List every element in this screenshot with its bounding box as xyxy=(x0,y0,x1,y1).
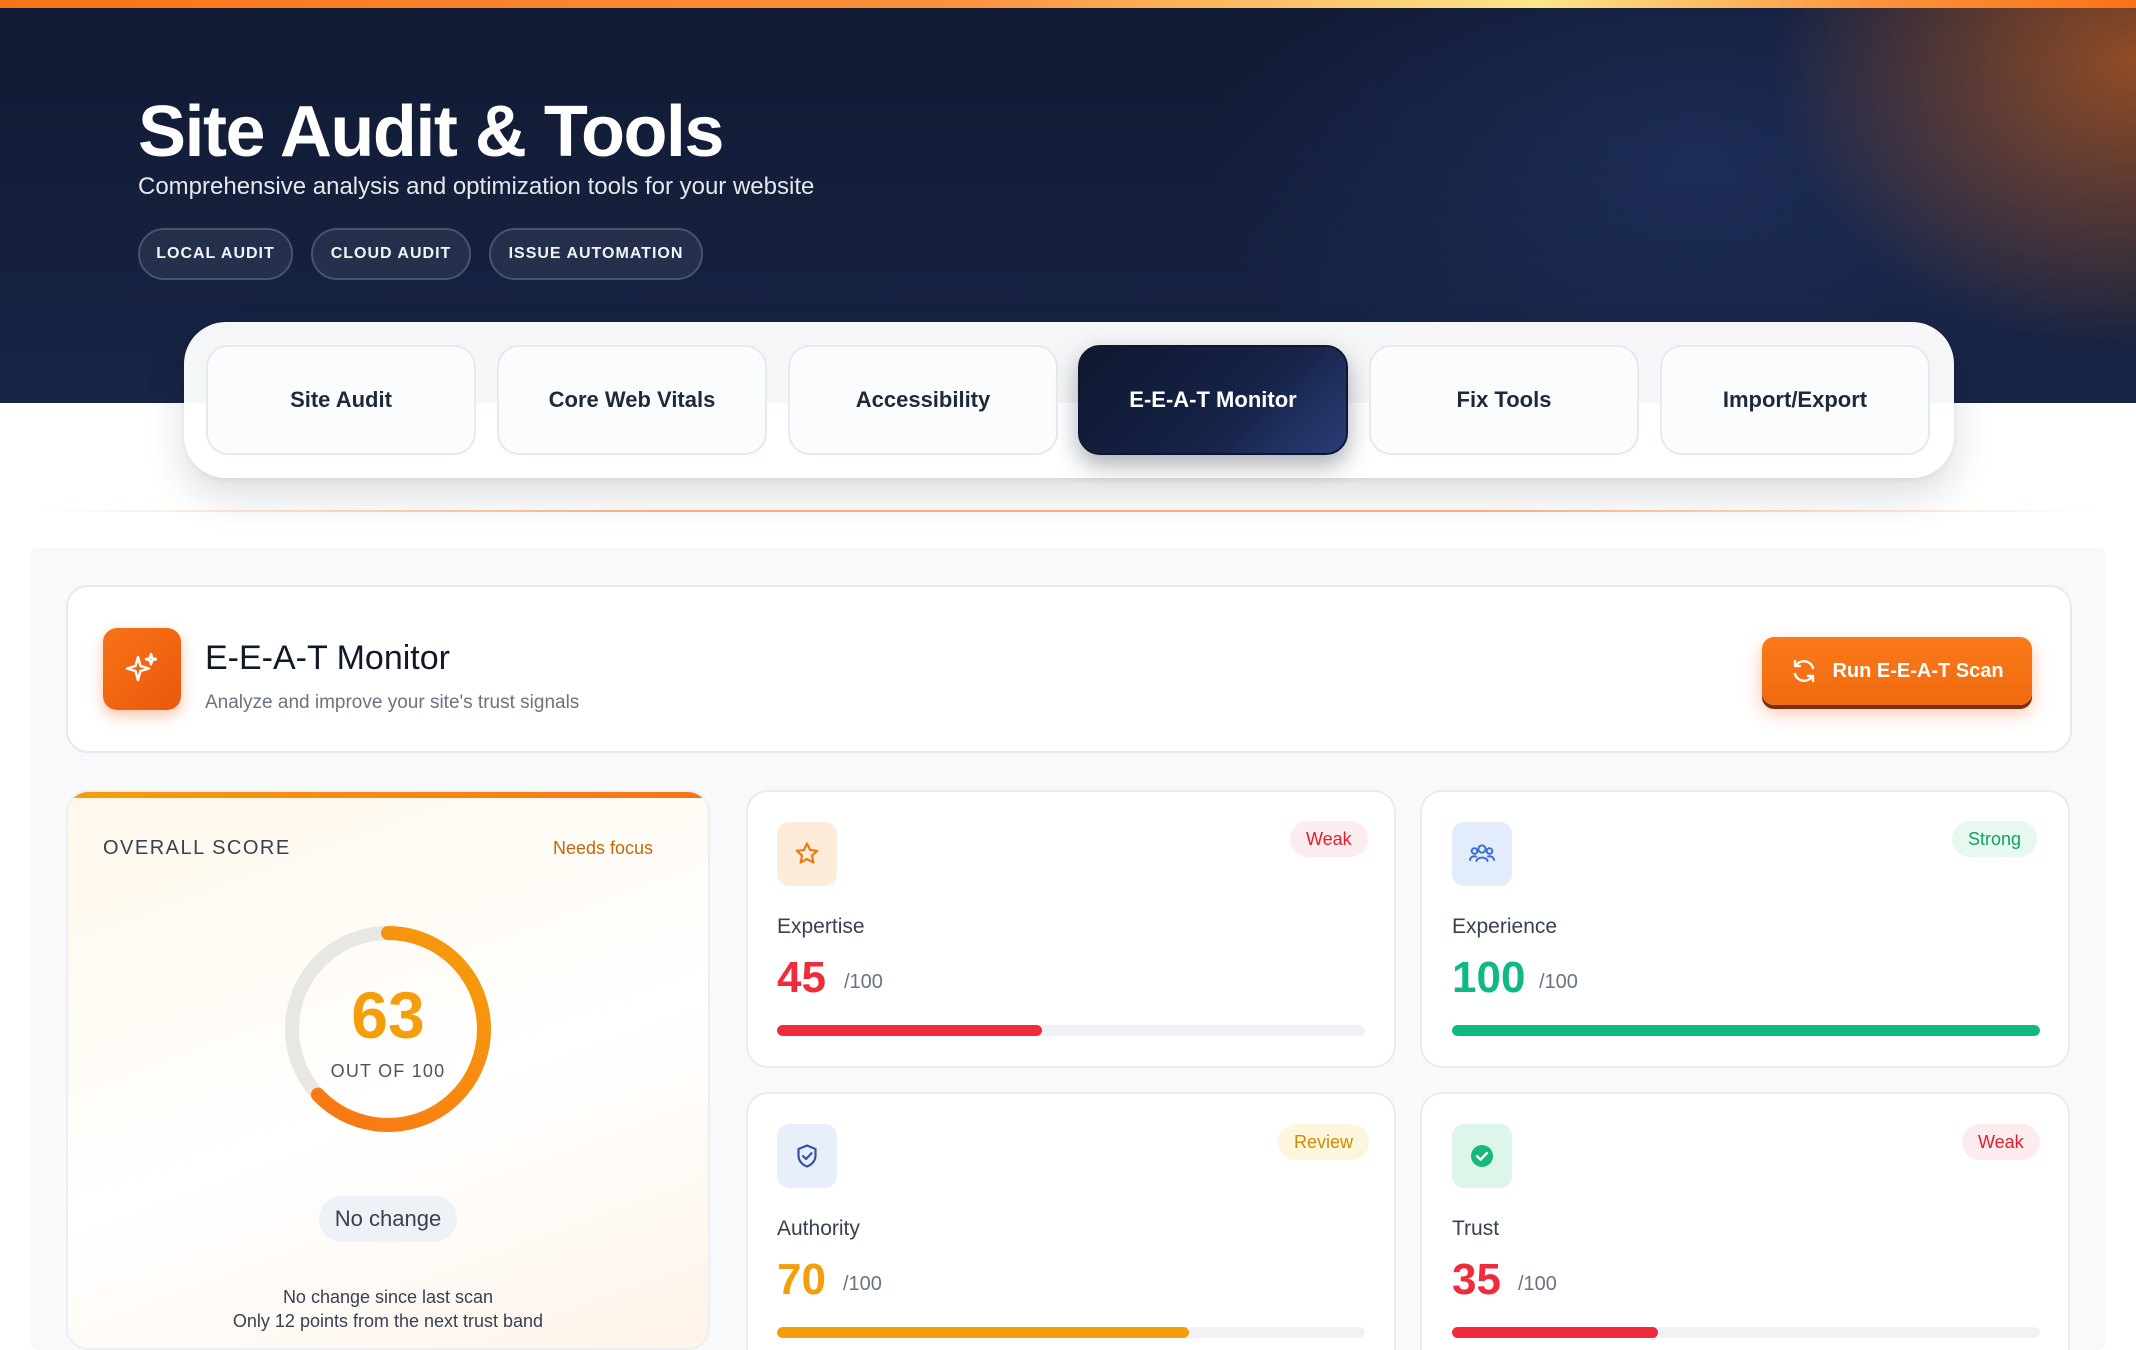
status-badge: Strong xyxy=(1952,821,2038,857)
overall-status: Needs focus xyxy=(553,838,654,858)
overall-score-value: 63 xyxy=(351,978,425,1052)
progress-fill xyxy=(777,1025,1042,1036)
metric-score: 100 xyxy=(1452,953,1526,1002)
progress-track xyxy=(777,1025,1365,1036)
metric-name: Experience xyxy=(1452,915,1558,938)
metric-score: 45 xyxy=(777,953,826,1002)
metric-max: /100 xyxy=(1518,1273,1557,1295)
accent-top-bar xyxy=(0,0,2136,8)
tab-site-audit[interactable]: Site Audit xyxy=(206,345,476,455)
tab-import-export[interactable]: Import/Export xyxy=(1660,345,1930,455)
status-badge: Weak xyxy=(1290,821,1368,857)
progress-fill xyxy=(1452,1327,1658,1338)
run-eeat-scan-label: Run E-E-A-T Scan xyxy=(1832,659,2004,682)
overall-score-caption: OUT OF 100 xyxy=(330,1061,446,1081)
overall-score-label: OVERALL SCORE xyxy=(103,837,291,859)
monitor-subtitle: Analyze and improve your site's trust si… xyxy=(205,692,580,713)
page-title: Site Audit & Tools xyxy=(138,92,724,172)
progress-track xyxy=(1452,1025,2040,1036)
progress-fill xyxy=(777,1327,1189,1338)
shield-check-icon xyxy=(777,1124,837,1188)
progress-track xyxy=(777,1327,1365,1338)
star-icon xyxy=(777,822,837,886)
metric-max: /100 xyxy=(844,971,883,993)
run-eeat-scan-button[interactable]: Run E-E-A-T Scan xyxy=(1762,637,2032,705)
trust-band-note: Only 12 points from the next trust band xyxy=(232,1311,544,1331)
tab-accessibility[interactable]: Accessibility xyxy=(788,345,1058,455)
metric-score: 35 xyxy=(1452,1255,1501,1304)
metric-name: Authority xyxy=(777,1217,860,1240)
change-badge: No change xyxy=(319,1196,457,1242)
pill-cloud-audit[interactable]: CLOUD AUDIT xyxy=(311,228,471,280)
monitor-title: E-E-A-T Monitor xyxy=(205,639,450,677)
pill-issue-automation[interactable]: ISSUE AUTOMATION xyxy=(489,228,703,280)
change-note: No change since last scan xyxy=(282,1287,494,1307)
progress-fill xyxy=(1452,1025,2040,1036)
status-badge: Review xyxy=(1278,1124,1370,1160)
tab-fix-tools[interactable]: Fix Tools xyxy=(1369,345,1639,455)
metric-score: 70 xyxy=(777,1255,826,1304)
check-circle-icon xyxy=(1452,1124,1512,1188)
tab-core-web-vitals[interactable]: Core Web Vitals xyxy=(497,345,767,455)
score-card-accent xyxy=(68,792,708,798)
refresh-icon xyxy=(1790,657,1818,685)
metric-max: /100 xyxy=(843,1273,882,1295)
pill-local-audit[interactable]: LOCAL AUDIT xyxy=(138,228,293,280)
users-icon xyxy=(1452,822,1512,886)
tab-eeat-monitor[interactable]: E-E-A-T Monitor xyxy=(1078,345,1348,455)
metric-name: Expertise xyxy=(777,915,865,938)
progress-track xyxy=(1452,1327,2040,1338)
status-badge: Weak xyxy=(1962,1124,2040,1160)
section-divider xyxy=(30,510,2106,512)
sparkles-icon xyxy=(103,628,181,710)
metric-name: Trust xyxy=(1452,1217,1500,1240)
page-subtitle: Comprehensive analysis and optimization … xyxy=(138,173,815,200)
metric-max: /100 xyxy=(1539,971,1578,993)
